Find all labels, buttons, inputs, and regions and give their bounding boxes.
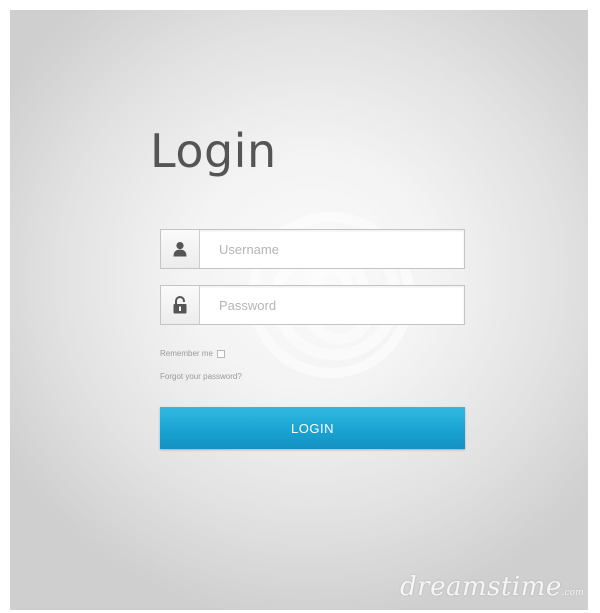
user-icon-box — [161, 230, 200, 268]
remember-me[interactable]: Remember me — [160, 349, 225, 358]
watermark-text: dreamstime — [400, 572, 562, 602]
password-input[interactable] — [207, 286, 457, 324]
user-icon — [173, 242, 187, 257]
forgot-password-link[interactable]: Forgot your password? — [160, 372, 242, 381]
login-screen: Login Remember me Forgot your password? … — [10, 10, 588, 610]
page-title: Login — [150, 124, 277, 178]
remember-me-label: Remember me — [160, 349, 213, 358]
remember-me-checkbox[interactable] — [216, 349, 225, 358]
login-button[interactable]: LOGIN — [160, 407, 465, 449]
username-input[interactable] — [207, 230, 457, 268]
lock-icon-box — [161, 286, 200, 324]
password-field[interactable] — [160, 285, 465, 325]
watermark: dreamstime.com — [400, 572, 584, 602]
username-field[interactable] — [160, 229, 465, 269]
lock-icon — [173, 296, 187, 314]
watermark-suffix: .com — [561, 588, 584, 598]
